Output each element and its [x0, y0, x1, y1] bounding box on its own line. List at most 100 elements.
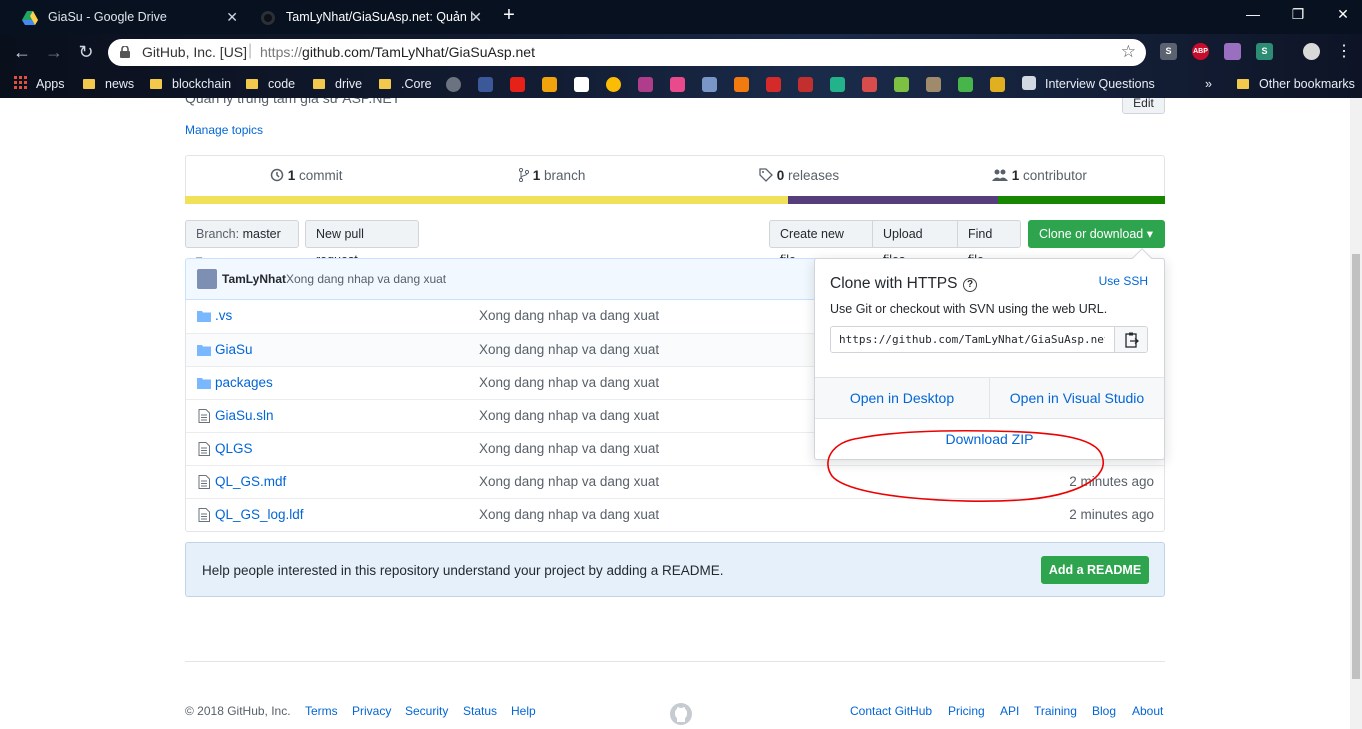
bookmark-folder-core[interactable]: .Core	[379, 70, 432, 98]
open-in-desktop-button[interactable]: Open in Desktop	[815, 378, 989, 418]
bookmark-code-icon[interactable]	[862, 77, 877, 92]
bookmark-x-icon[interactable]	[798, 77, 813, 92]
bookmark-star-icon[interactable]: ☆	[1121, 42, 1136, 62]
footer-link-terms[interactable]: Terms	[305, 704, 338, 718]
bookmark-red-icon[interactable]	[766, 77, 781, 92]
forward-button[interactable]: →	[42, 40, 66, 64]
bookmark-folder-drive[interactable]: drive	[313, 70, 362, 98]
bookmarks-overflow-button[interactable]: »	[1205, 70, 1212, 98]
file-commit-message[interactable]: Xong dang nhap va dang xuat	[479, 408, 659, 423]
copy-clipboard-button[interactable]	[1114, 327, 1147, 352]
language-segment[interactable]	[998, 196, 1165, 204]
releases-stat[interactable]: 0 releases	[759, 168, 839, 183]
file-commit-message[interactable]: Xong dang nhap va dang xuat	[479, 507, 659, 522]
commit-author[interactable]: TamLyNhat	[222, 272, 286, 286]
bookmark-t-icon[interactable]	[830, 77, 845, 92]
adblock-plus-icon[interactable]: ABP	[1192, 43, 1209, 60]
bookmark-interview-questions[interactable]: Interview Questions	[1022, 70, 1155, 98]
bookmark-folder-blockchain[interactable]: blockchain	[150, 70, 231, 98]
reload-button[interactable]: ↻	[74, 40, 98, 64]
window-close-button[interactable]: ✕	[1333, 6, 1353, 23]
file-name[interactable]: .vs	[215, 308, 232, 323]
restore-button[interactable]: ❐	[1288, 6, 1308, 23]
file-name[interactable]: QL_GS_log.ldf	[215, 507, 304, 522]
bookmark-orange-icon[interactable]	[734, 77, 749, 92]
footer-link-about[interactable]: About	[1132, 704, 1163, 718]
back-button[interactable]: ←	[10, 40, 34, 64]
menu-kebab-icon[interactable]: ⋮	[1332, 40, 1356, 64]
language-bar[interactable]	[185, 196, 1165, 204]
bookmark-doc-icon[interactable]	[702, 77, 717, 92]
scrollbar-thumb[interactable]	[1352, 254, 1360, 679]
tab-github[interactable]: TamLyNhat/GiaSuAsp.net: Quản l ✕	[246, 2, 490, 34]
open-in-visual-studio-button[interactable]: Open in Visual Studio	[989, 378, 1164, 418]
bookmark-folder-news[interactable]: news	[83, 70, 134, 98]
language-segment[interactable]	[185, 196, 788, 204]
new-tab-button[interactable]: +	[499, 5, 519, 26]
bookmark-in-icon[interactable]	[542, 77, 557, 92]
footer-link-api[interactable]: API	[1000, 704, 1019, 718]
bookmark-purple-icon[interactable]	[638, 77, 653, 92]
file-name[interactable]: QLGS	[215, 441, 253, 456]
tab-close-icon[interactable]: ✕	[470, 2, 482, 32]
bookmark-other-bookmarks[interactable]: Other bookmarks	[1237, 70, 1355, 98]
github-logo-icon[interactable]	[669, 702, 693, 726]
extension-icon-s[interactable]: S	[1160, 43, 1177, 60]
facebook-icon[interactable]	[478, 77, 493, 92]
branches-stat[interactable]: 1 branch	[518, 167, 585, 183]
help-icon[interactable]: ?	[963, 278, 977, 292]
clone-url-input[interactable]	[831, 327, 1113, 352]
footer-link-security[interactable]: Security	[405, 704, 448, 718]
bookmark-green-icon[interactable]	[958, 77, 973, 92]
commit-message[interactable]: Xong dang nhap va dang xuat	[286, 272, 446, 286]
add-readme-button[interactable]: Add a README	[1041, 556, 1149, 584]
create-new-file-button[interactable]: Create new file	[769, 220, 873, 267]
tab-google-drive[interactable]: GiaSu - Google Drive ✕	[8, 2, 246, 34]
file-commit-message[interactable]: Xong dang nhap va dang xuat	[479, 441, 659, 456]
use-ssh-link[interactable]: Use SSH	[1099, 274, 1148, 288]
footer-link-status[interactable]: Status	[463, 704, 497, 718]
page-scrollbar[interactable]	[1350, 98, 1362, 729]
manage-topics-link[interactable]: Manage topics	[185, 123, 263, 137]
new-pull-request-button[interactable]: New pull request	[305, 220, 419, 267]
file-commit-message[interactable]: Xong dang nhap va dang xuat	[479, 474, 659, 489]
extension-icon-purple[interactable]	[1224, 43, 1241, 60]
edit-description-button[interactable]: Edit	[1122, 98, 1165, 114]
footer-link-help[interactable]: Help	[511, 704, 536, 718]
file-name[interactable]: QL_GS.mdf	[215, 474, 286, 489]
bookmark-yellow-icon[interactable]	[990, 77, 1005, 92]
bookmark-v-icon[interactable]	[894, 77, 909, 92]
bookmark-gear-icon[interactable]	[446, 77, 461, 92]
bookmark-folder-code[interactable]: code	[246, 70, 295, 98]
footer-link-blog[interactable]: Blog	[1092, 704, 1116, 718]
footer-link-privacy[interactable]: Privacy	[352, 704, 391, 718]
commits-stat[interactable]: 1 commit	[270, 168, 343, 183]
footer-link-contact[interactable]: Contact GitHub	[850, 704, 932, 718]
find-file-button[interactable]: Find file	[957, 220, 1021, 267]
avatar[interactable]	[197, 269, 217, 289]
esl-icon[interactable]	[670, 77, 685, 92]
upload-files-button[interactable]: Upload files	[872, 220, 958, 267]
file-commit-message[interactable]: Xong dang nhap va dang xuat	[479, 308, 659, 323]
file-commit-message[interactable]: Xong dang nhap va dang xuat	[479, 342, 659, 357]
file-commit-message[interactable]: Xong dang nhap va dang xuat	[479, 375, 659, 390]
bookmark-photo-icon[interactable]	[926, 77, 941, 92]
address-bar[interactable]: GitHub, Inc. [US] | https://github.com/T…	[108, 39, 1146, 66]
extension-icon-green-s[interactable]: S	[1256, 43, 1273, 60]
profile-avatar-icon[interactable]	[1303, 43, 1320, 60]
branch-select-button[interactable]: Branch: master ▾	[185, 220, 299, 267]
gmail-icon[interactable]	[574, 77, 589, 92]
youtube-icon[interactable]	[510, 77, 525, 92]
bookmark-apps[interactable]: Apps	[14, 70, 65, 98]
footer-link-pricing[interactable]: Pricing	[948, 704, 985, 718]
clone-or-download-button[interactable]: Clone or download ▾	[1028, 220, 1165, 248]
tab-close-icon[interactable]: ✕	[226, 2, 238, 32]
contributors-stat[interactable]: 1 contributor	[992, 168, 1087, 183]
footer-link-training[interactable]: Training	[1034, 704, 1077, 718]
file-name[interactable]: GiaSu	[215, 342, 253, 357]
language-segment[interactable]	[787, 196, 999, 204]
chrome-icon[interactable]	[606, 77, 621, 92]
file-name[interactable]: GiaSu.sln	[215, 408, 274, 423]
file-name[interactable]: packages	[215, 375, 273, 390]
minimize-button[interactable]: —	[1243, 6, 1263, 22]
